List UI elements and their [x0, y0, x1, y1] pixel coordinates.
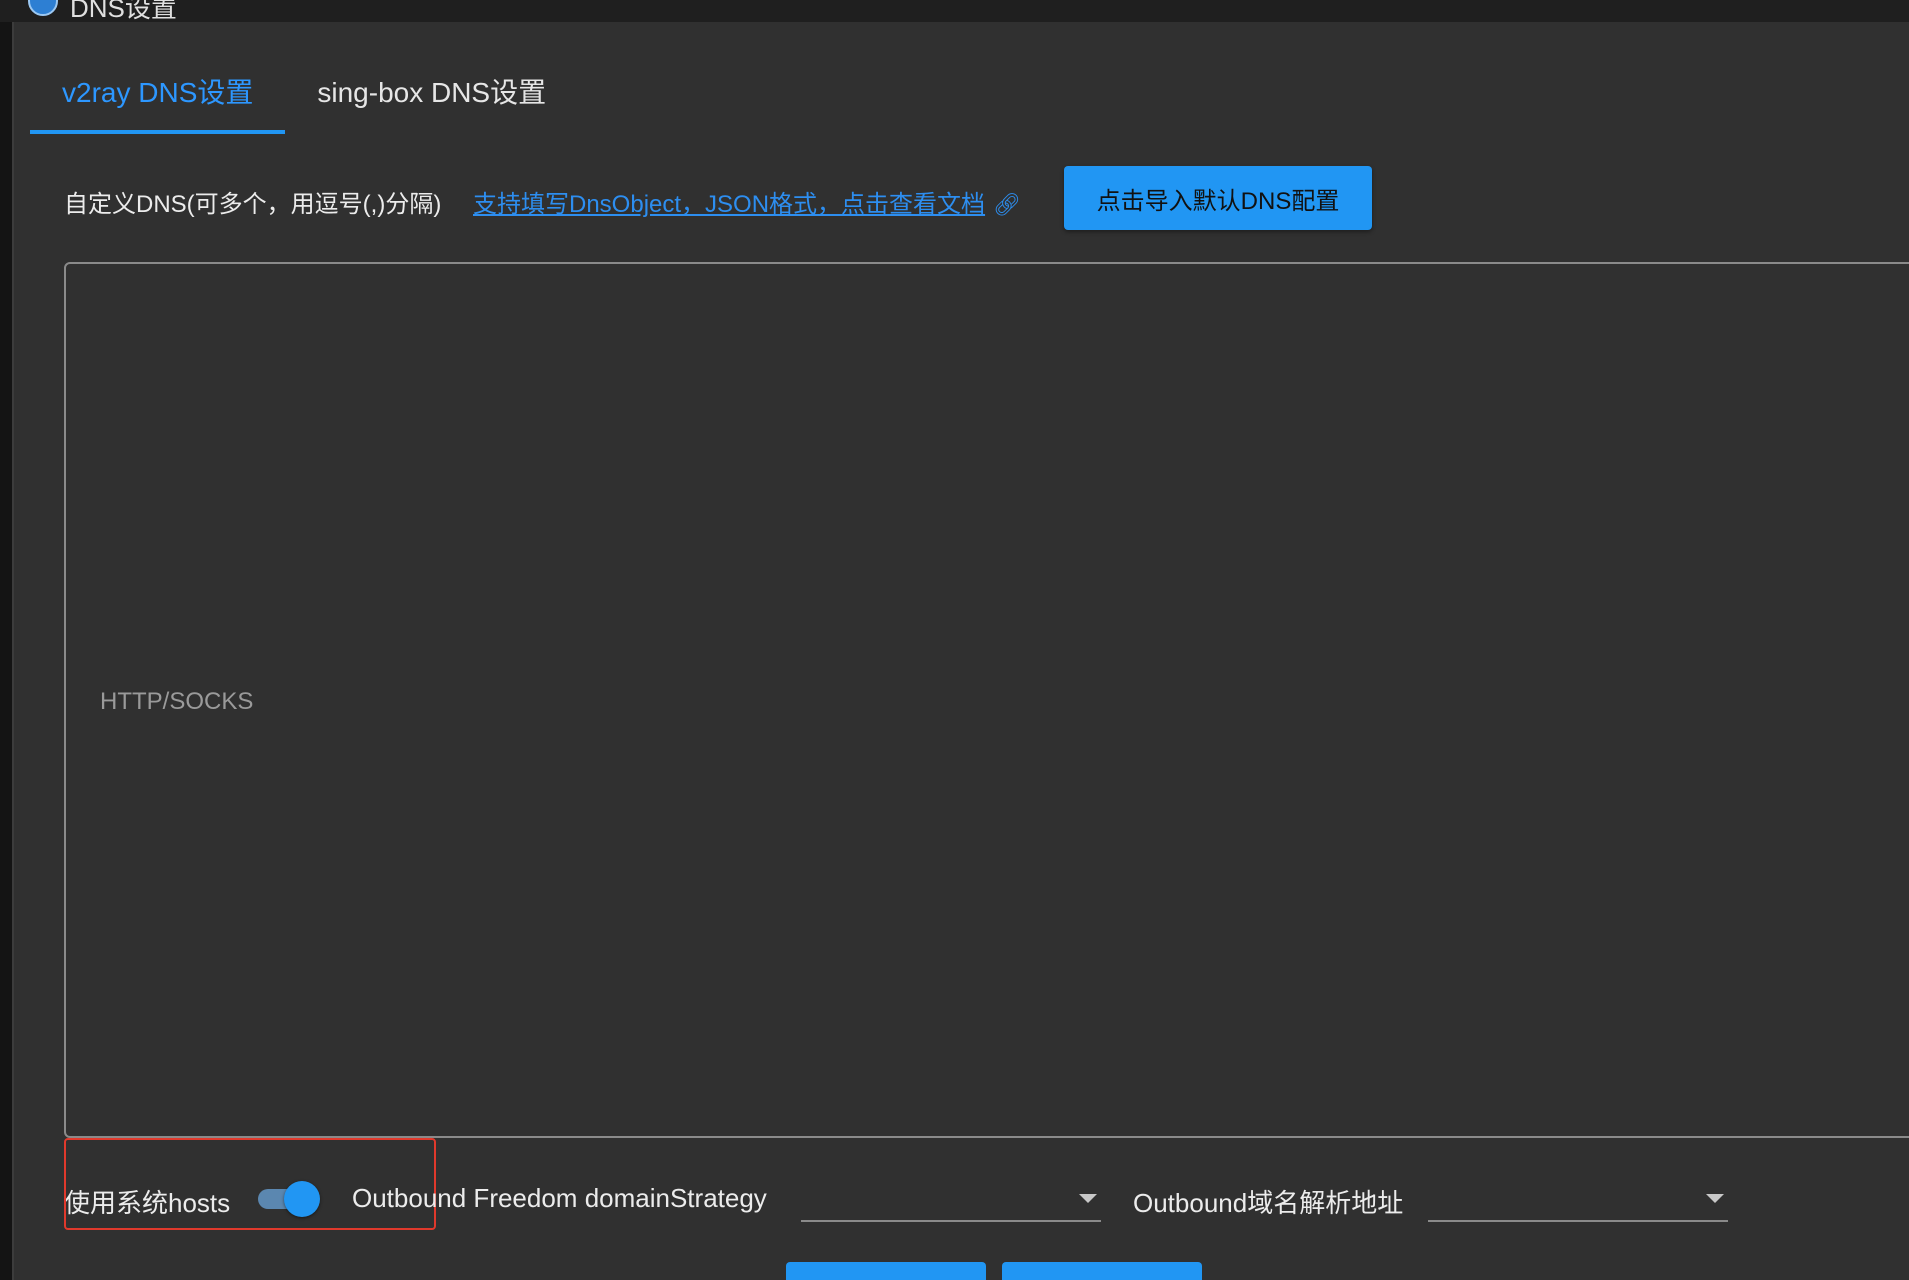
tab-v2ray-dns[interactable]: v2ray DNS设置 — [30, 48, 286, 134]
dns-doc-link-text[interactable]: 支持填写DnsObject，JSON格式，点击查看文档 — [473, 191, 985, 218]
tab-singbox-dns[interactable]: sing-box DNS设置 — [285, 48, 578, 134]
dns-settings-window: DNS设置 v2ray DNS设置 sing-box DNS设置 自定义DNS(… — [0, 0, 1909, 1280]
link-icon: 🔗︎ — [993, 192, 1021, 217]
outbound-resolve-address-label: Outbound域名解析地址 — [1133, 1188, 1404, 1218]
dns-config-textarea[interactable]: HTTP/SOCKS — [64, 262, 1909, 1138]
chevron-down-icon — [1706, 1194, 1724, 1203]
use-system-hosts-toggle[interactable] — [256, 1180, 322, 1217]
app-logo-icon — [28, 0, 58, 16]
tab-bar: v2ray DNS设置 sing-box DNS设置 — [30, 48, 578, 134]
outbound-resolve-address-select[interactable] — [1428, 1182, 1728, 1222]
window-title: DNS设置 — [70, 0, 177, 23]
toggle-thumb — [284, 1181, 320, 1217]
textarea-placeholder: HTTP/SOCKS — [100, 688, 254, 715]
freedom-domain-strategy-select[interactable] — [801, 1182, 1101, 1222]
title-bar: DNS设置 — [0, 0, 1909, 23]
dialog-action-button-2[interactable] — [1002, 1262, 1202, 1280]
dns-doc-link[interactable]: 支持填写DnsObject，JSON格式，点击查看文档 🔗︎ — [473, 184, 1021, 219]
custom-dns-label: 自定义DNS(可多个，用逗号(,)分隔) — [64, 191, 442, 218]
use-system-hosts-label: 使用系统hosts — [64, 1188, 231, 1218]
dialog-action-button-1[interactable] — [786, 1262, 986, 1280]
chevron-down-icon — [1079, 1194, 1097, 1203]
freedom-domain-strategy-label: Outbound Freedom domainStrategy — [352, 1183, 767, 1213]
import-default-dns-button[interactable]: 点击导入默认DNS配置 — [1064, 166, 1372, 230]
window-border — [12, 0, 14, 1280]
